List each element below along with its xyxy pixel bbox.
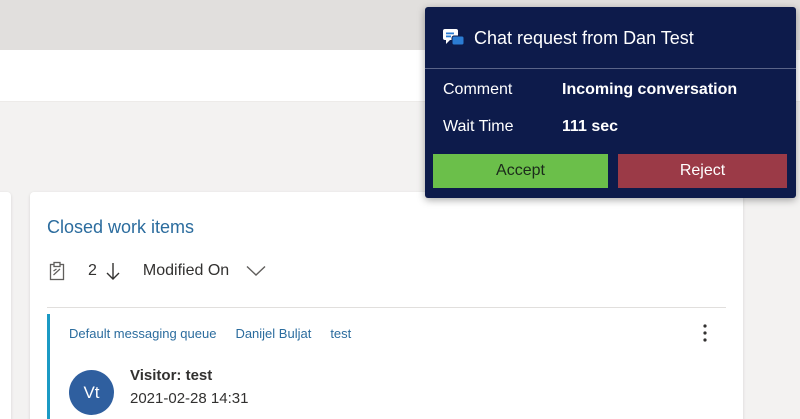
sort-bar: 2 Modified On: [47, 258, 267, 284]
left-card-edge: [0, 192, 11, 419]
popup-header: Chat request from Dan Test: [425, 7, 796, 69]
accept-button[interactable]: Accept: [433, 154, 608, 188]
clipboard-icon[interactable]: [47, 260, 67, 282]
chat-bubble-icon: [443, 28, 465, 48]
work-item[interactable]: Default messaging queue Danijel Buljat t…: [47, 314, 726, 419]
closed-work-items-card: Closed work items 2 Modified On Default …: [30, 192, 743, 419]
comment-label: Comment: [443, 81, 513, 98]
queue-tag[interactable]: Default messaging queue: [69, 326, 216, 341]
subject-tag[interactable]: test: [330, 326, 351, 341]
divider: [47, 307, 726, 308]
sort-descending-icon[interactable]: [103, 260, 123, 282]
chat-request-popup: Chat request from Dan Test Comment Incom…: [425, 7, 796, 198]
work-item-tags: Default messaging queue Danijel Buljat t…: [69, 326, 351, 341]
reject-button[interactable]: Reject: [618, 154, 787, 188]
more-options-icon[interactable]: [696, 320, 714, 346]
wait-time-value: 111 sec: [562, 118, 619, 135]
work-item-title[interactable]: Visitor: test: [130, 367, 212, 384]
sort-field-label[interactable]: Modified On: [143, 262, 229, 280]
chevron-down-icon[interactable]: [245, 260, 267, 282]
popup-title: Chat request from Dan Test: [474, 28, 694, 48]
wait-time-label: Wait Time: [443, 118, 514, 135]
work-item-timestamp: 2021-02-28 14:31: [130, 390, 249, 407]
agent-tag[interactable]: Danijel Buljat: [235, 326, 311, 341]
card-title[interactable]: Closed work items: [47, 217, 194, 238]
item-count: 2: [88, 262, 97, 279]
avatar: Vt: [69, 370, 114, 415]
comment-value: Incoming conversation: [562, 81, 738, 98]
work-item-accent-bar: [47, 314, 50, 419]
